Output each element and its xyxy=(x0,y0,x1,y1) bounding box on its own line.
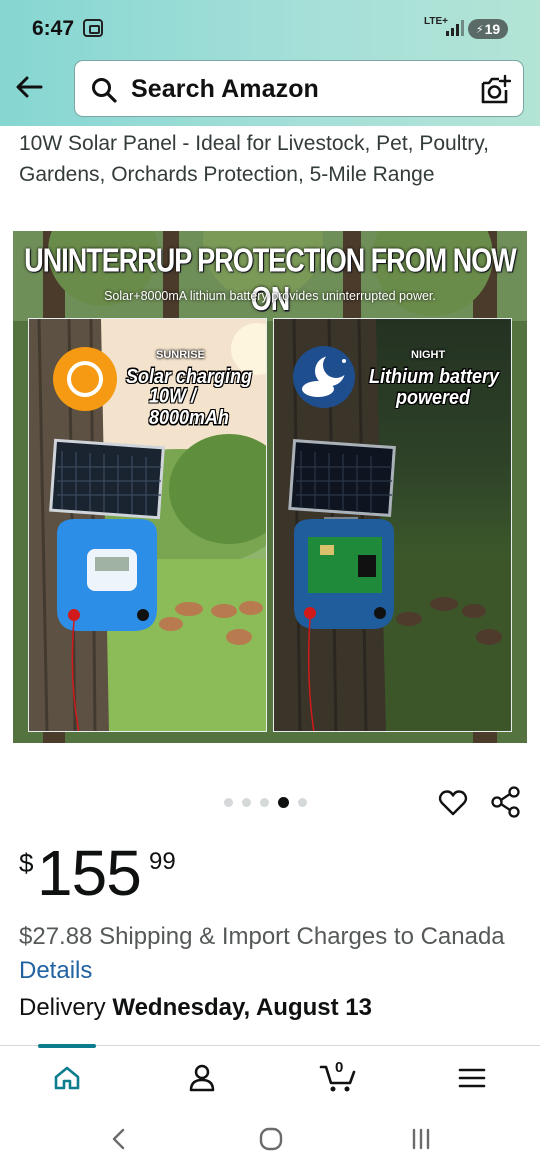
nav-cart[interactable]: 0 xyxy=(316,1059,360,1096)
signal-icon xyxy=(446,20,464,36)
image-carousel-dots[interactable] xyxy=(224,796,307,808)
cart-count: 0 xyxy=(335,1059,344,1076)
system-navigation xyxy=(0,1109,540,1170)
system-recents-icon[interactable] xyxy=(406,1125,436,1153)
status-time: 6:47 xyxy=(32,17,75,40)
price-whole: 155 xyxy=(37,837,142,909)
back-arrow-icon xyxy=(16,76,43,98)
camera-search-icon[interactable] xyxy=(479,74,511,106)
image-headline: UNINTERRUP PROTECTION FROM NOW ON xyxy=(24,241,517,318)
search-placeholder: Search Amazon xyxy=(131,75,319,103)
bottom-nav: 0 xyxy=(0,1044,540,1109)
carousel-dot-active[interactable] xyxy=(278,796,289,808)
search-icon xyxy=(92,78,117,103)
product-image[interactable]: UNINTERRUP PROTECTION FROM NOW ON Solar+… xyxy=(13,231,527,743)
nav-menu[interactable] xyxy=(452,1060,492,1096)
header: 6:47 LTE+ ⚡ 19 Search Amazon xyxy=(0,0,540,126)
night-label: NIGHT xyxy=(411,349,446,361)
powered-label: powered xyxy=(396,385,471,409)
carousel-dot[interactable] xyxy=(298,797,307,807)
sunrise-label: SUNRISE xyxy=(156,349,205,361)
night-panel: NIGHT Lithium battery powered xyxy=(273,318,512,732)
sun-icon xyxy=(53,347,117,411)
battery-level: 19 xyxy=(484,21,501,37)
price-fraction: 99 xyxy=(149,848,176,875)
shipping-info: $27.88 Shipping & Import Charges to Cana… xyxy=(19,920,519,988)
active-tab-indicator xyxy=(38,1044,96,1048)
sunrise-panel: SUNRISE Solar charging 10W / 8000mAh xyxy=(28,318,267,732)
carousel-dot[interactable] xyxy=(224,797,233,807)
screen-cast-icon xyxy=(83,19,103,37)
moon-icon xyxy=(293,346,355,408)
network-type: LTE+ xyxy=(424,16,448,27)
carousel-dot[interactable] xyxy=(260,797,269,807)
search-bar[interactable]: Search Amazon xyxy=(74,60,524,117)
image-subheadline: Solar+8000mA lithium battery provides un… xyxy=(104,289,436,303)
shipping-details-link[interactable]: Details xyxy=(19,957,92,984)
system-home-icon[interactable] xyxy=(256,1125,286,1153)
back-button[interactable] xyxy=(12,70,46,104)
home-icon xyxy=(54,1066,80,1090)
nav-home[interactable] xyxy=(47,1060,87,1096)
nav-account[interactable] xyxy=(182,1060,222,1096)
menu-icon xyxy=(458,1068,486,1088)
system-back-icon[interactable] xyxy=(104,1125,134,1153)
charging-icon: ⚡ xyxy=(475,23,484,36)
delivery-date: Wednesday, August 13 xyxy=(112,994,372,1021)
price-currency: $ xyxy=(19,848,34,878)
delivery-info: Delivery Wednesday, August 13 xyxy=(19,994,372,1022)
status-bar: 6:47 LTE+ ⚡ 19 xyxy=(0,0,540,58)
capacity-label: 10W / 8000mAh xyxy=(149,384,230,429)
product-title[interactable]: 10W Solar Panel - Ideal for Livestock, P… xyxy=(19,128,519,190)
wishlist-heart-icon[interactable] xyxy=(438,788,468,818)
battery-indicator: ⚡ 19 xyxy=(468,19,508,39)
lithium-battery-label: Lithium battery xyxy=(369,364,500,388)
account-icon xyxy=(189,1064,215,1092)
share-icon[interactable] xyxy=(491,786,521,818)
delivery-label: Delivery xyxy=(19,994,106,1021)
carousel-dot[interactable] xyxy=(242,797,251,807)
shipping-text: $27.88 Shipping & Import Charges to Cana… xyxy=(19,923,505,950)
